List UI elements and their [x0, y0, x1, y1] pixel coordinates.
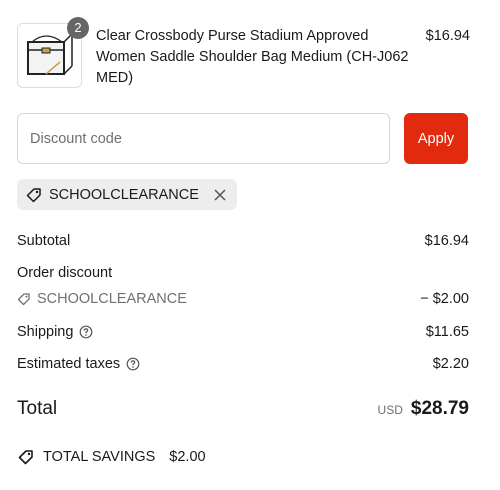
taxes-row: Estimated taxes $2.20	[17, 354, 469, 374]
total-label: Total	[17, 398, 58, 419]
taxes-label: Estimated taxes	[17, 356, 121, 372]
product-thumbnail: 2	[17, 17, 89, 88]
help-icon[interactable]	[126, 357, 140, 371]
discount-code-input[interactable]	[17, 113, 390, 164]
clear-bag-image	[27, 33, 73, 75]
order-discount-label: Order discount	[17, 265, 113, 281]
total-savings: TOTAL SAVINGS $2.00	[17, 448, 206, 466]
savings-amount: $2.00	[169, 449, 206, 465]
savings-label: TOTAL SAVINGS	[43, 449, 156, 465]
product-price: $16.94	[425, 28, 470, 44]
subtotal-value: $16.94	[424, 233, 469, 249]
line-item: 2 Clear Crossbody Purse Stadium Approved…	[17, 17, 487, 93]
help-icon[interactable]	[79, 325, 93, 339]
tag-icon	[17, 293, 30, 306]
taxes-value: $2.20	[432, 356, 469, 372]
discount-code-name: SCHOOLCLEARANCE	[37, 291, 187, 307]
discount-value: − $2.00	[420, 291, 469, 307]
shipping-label: Shipping	[17, 324, 74, 340]
discount-code-row: SCHOOLCLEARANCE − $2.00	[17, 289, 469, 309]
shipping-row: Shipping $11.65	[17, 322, 469, 342]
applied-discount-chip: SCHOOLCLEARANCE	[17, 179, 237, 210]
product-title: Clear Crossbody Purse Stadium Approved W…	[96, 28, 409, 86]
currency-code: USD	[377, 403, 403, 417]
order-discount-row: Order discount	[17, 263, 469, 283]
tag-icon	[18, 450, 33, 465]
total-amount: $28.79	[410, 398, 469, 419]
total-row: Total USD $28.79	[17, 398, 469, 420]
apply-button[interactable]: Apply	[404, 113, 468, 164]
quantity-badge: 2	[67, 17, 89, 39]
subtotal-label: Subtotal	[17, 233, 71, 249]
tag-icon	[26, 187, 41, 202]
applied-code-label: SCHOOLCLEARANCE	[49, 186, 199, 203]
remove-discount-icon[interactable]	[213, 188, 227, 202]
shipping-value: $11.65	[425, 324, 469, 340]
subtotal-row: Subtotal $16.94	[17, 231, 469, 251]
